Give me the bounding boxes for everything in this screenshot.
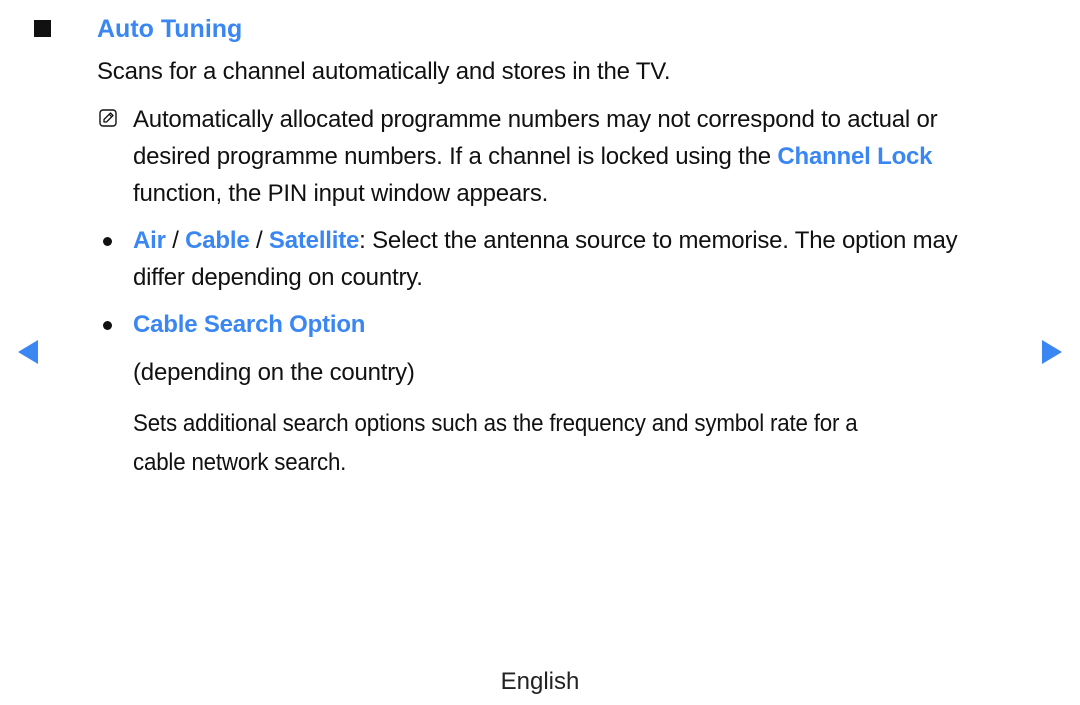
channel-lock-link[interactable]: Channel Lock <box>777 143 932 170</box>
section-title: Auto Tuning <box>97 15 243 43</box>
satellite-link[interactable]: Satellite <box>269 227 359 254</box>
cable-link[interactable]: Cable <box>185 227 250 254</box>
note-line-3: function, the PIN input window appears. <box>133 180 549 207</box>
note-line-1: Automatically allocated programme number… <box>133 106 938 133</box>
separator: / <box>165 227 186 254</box>
note-line-2: desired programme numbers. If a channel … <box>133 143 933 171</box>
antenna-source-line-2: differ depending on country. <box>133 264 423 291</box>
section-description: Scans for a channel automatically and st… <box>97 58 671 85</box>
bullet-icon <box>103 321 112 330</box>
cable-search-option-link[interactable]: Cable Search Option <box>133 311 365 339</box>
air-link[interactable]: Air <box>133 227 166 254</box>
antenna-source-text: : Select the antenna source to memorise.… <box>359 227 958 254</box>
footer-language: English <box>500 668 580 695</box>
bullet-icon <box>103 237 112 246</box>
separator: / <box>249 227 269 254</box>
cable-search-body-2: cable network search. <box>133 449 347 476</box>
section-square-icon <box>34 20 51 37</box>
triangle-left-icon[interactable] <box>18 340 38 364</box>
cable-search-body-1: Sets additional search options such as t… <box>133 410 858 437</box>
cable-search-subtitle: (depending on the country) <box>133 359 415 386</box>
note-line-2-text: desired programme numbers. If a channel … <box>133 143 778 170</box>
triangle-right-icon[interactable] <box>1042 340 1062 364</box>
antenna-source-line: Air / Cable / Satellite: Select the ante… <box>133 227 958 255</box>
note-icon <box>99 109 117 127</box>
manual-page: Auto Tuning Scans for a channel automati… <box>0 0 1080 705</box>
